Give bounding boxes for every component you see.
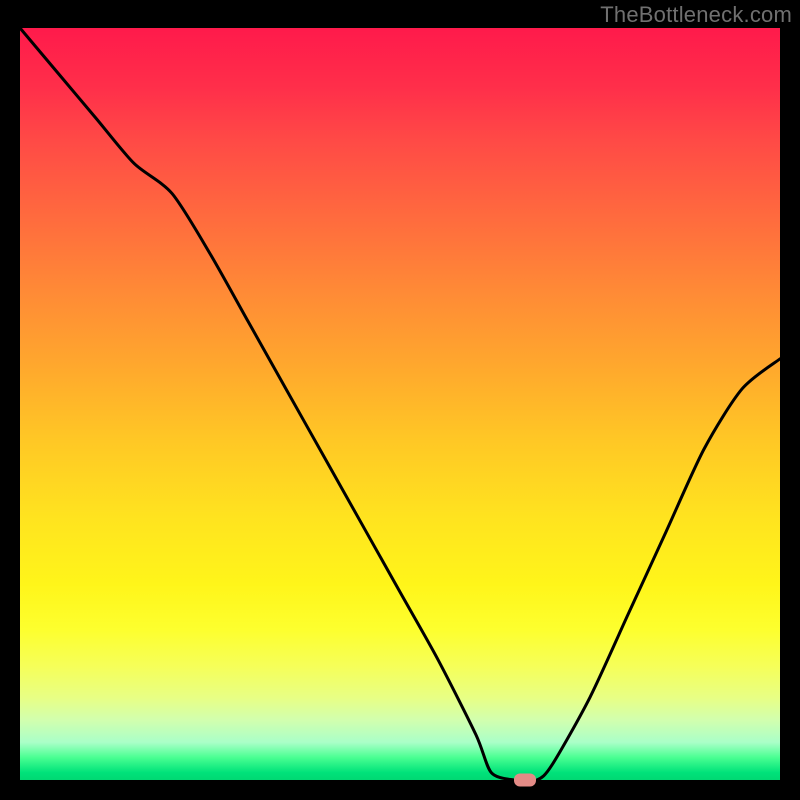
plot-area <box>20 28 780 780</box>
bottleneck-curve <box>20 28 780 780</box>
minimum-marker <box>514 774 536 787</box>
watermark-text: TheBottleneck.com <box>600 2 792 28</box>
chart-frame: TheBottleneck.com <box>0 0 800 800</box>
